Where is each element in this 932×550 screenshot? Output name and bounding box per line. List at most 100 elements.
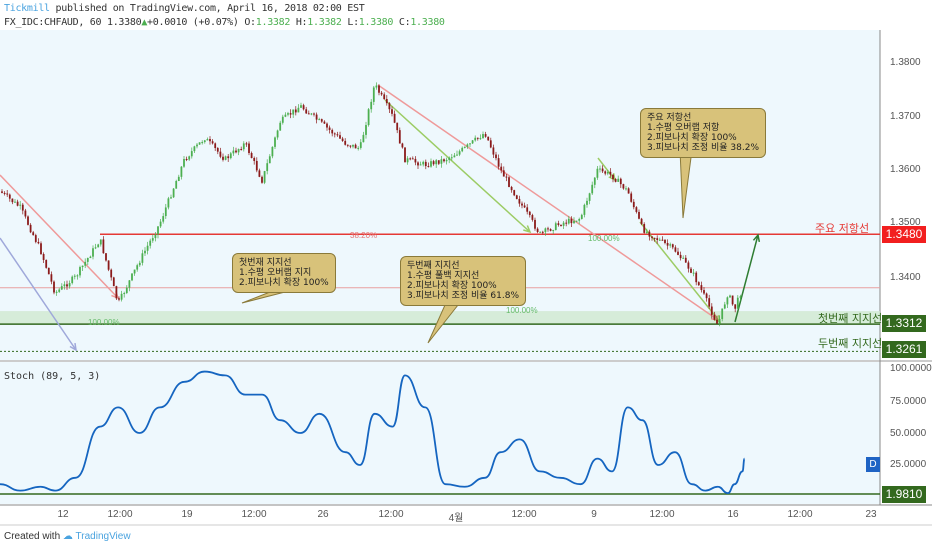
symbol[interactable]: FX_IDC:CHFAUD, 60 (4, 17, 102, 28)
x-tick: 19 (181, 509, 193, 520)
candle (469, 143, 471, 145)
candle (232, 150, 235, 154)
candle (453, 155, 456, 158)
candle (175, 180, 178, 189)
y-tick: 1.3600 (890, 164, 921, 175)
candle (40, 243, 42, 255)
candle (497, 158, 500, 167)
candle (536, 228, 539, 232)
candle (180, 166, 183, 177)
resistance-callout[interactable]: 주요 저항선 1.수평 오버랩 저항 2.피보나치 확장 100% 3.피보나치… (640, 108, 767, 158)
fib-label: 100.00% (88, 318, 120, 327)
candle (8, 194, 11, 199)
candle (385, 99, 388, 104)
candle (320, 119, 323, 122)
candle (458, 151, 461, 155)
candle (50, 274, 53, 282)
candle (404, 147, 406, 163)
candle (216, 148, 219, 152)
candle (703, 290, 705, 294)
candle (138, 262, 141, 266)
candle (37, 241, 40, 244)
price-change: +0.0010 (+0.07%) (147, 17, 239, 28)
candle (331, 129, 334, 134)
candle (479, 138, 482, 140)
candle (388, 103, 391, 110)
first-support-callout[interactable]: 첫번재 지지선 1.수평 오버랩 지지 2.피보나치 확장 100% (232, 253, 336, 293)
stoch-pane (0, 362, 880, 504)
candle (172, 188, 175, 198)
candle (14, 201, 16, 203)
candle (437, 160, 440, 164)
candle (3, 192, 6, 194)
tradingview-link[interactable]: TradingView (76, 531, 131, 542)
candle (206, 139, 209, 141)
candle (424, 161, 427, 167)
candle (518, 198, 521, 204)
candle (81, 265, 84, 268)
candle (656, 238, 659, 241)
candle (445, 159, 448, 162)
candle (63, 284, 66, 287)
y-tick: 1.3800 (890, 57, 921, 68)
candle (183, 158, 185, 167)
x-tick: 12:00 (787, 509, 813, 520)
candle (430, 161, 432, 167)
candle (658, 239, 661, 241)
candle (359, 142, 362, 148)
candle (570, 218, 573, 224)
candle (196, 144, 198, 147)
candle (214, 143, 217, 149)
candle (354, 144, 357, 149)
first-support-price-tag: 1.3312 (882, 315, 926, 332)
candle (229, 153, 232, 159)
x-tick: 9 (591, 509, 597, 520)
candle (502, 170, 505, 177)
candle (401, 143, 404, 148)
candle (263, 171, 266, 183)
open-label: O: (244, 17, 256, 28)
candle (417, 162, 419, 166)
resistance-price-tag: 1.3480 (882, 226, 926, 243)
candle (461, 147, 464, 152)
candle (380, 92, 383, 95)
candle (448, 157, 451, 160)
candle (144, 250, 146, 254)
candle (159, 221, 162, 227)
candle (224, 156, 227, 160)
candle (73, 275, 76, 277)
candle (105, 253, 107, 261)
candle (328, 127, 331, 130)
candle (99, 239, 102, 245)
candle (222, 156, 224, 160)
candle (268, 156, 271, 164)
candle (66, 284, 68, 287)
second-support-label: 두번째 지지선 (818, 337, 883, 350)
candle (575, 220, 578, 222)
candle (638, 211, 640, 219)
author-link[interactable]: Tickmill (4, 3, 50, 14)
publish-info: Tickmill published on TradingView.com, A… (4, 3, 365, 14)
candle (495, 154, 497, 159)
second-support-callout[interactable]: 두번째 지지선 1.수평 풀백 지지선 2.피보나치 확장 100% 3.피보나… (400, 256, 527, 306)
candle (435, 160, 438, 165)
candle (60, 286, 63, 290)
candle (674, 247, 677, 252)
data-window-badge[interactable]: D (866, 457, 880, 472)
stoch-title[interactable]: Stoch (89, 5, 3) (4, 371, 100, 382)
candle (705, 293, 708, 299)
candle (287, 113, 289, 115)
candle (523, 205, 526, 208)
candle (261, 176, 263, 183)
candle (258, 170, 261, 177)
candle (604, 171, 607, 174)
candle (443, 159, 445, 162)
last-price: 1.3380 (106, 17, 142, 28)
candle (531, 215, 534, 220)
candle (318, 119, 321, 121)
candle (729, 295, 731, 298)
candle (393, 113, 396, 123)
candle (396, 122, 399, 131)
candle (669, 244, 672, 246)
price-pane (0, 30, 880, 360)
